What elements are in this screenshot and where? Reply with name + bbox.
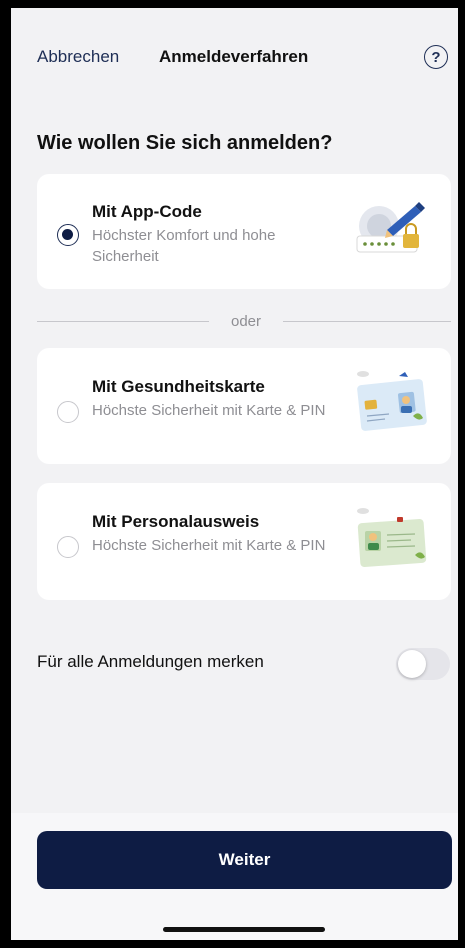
toggle-knob [398, 650, 426, 678]
option-subtitle: Höchster Komfort und hohe Sicherheit [92, 227, 276, 265]
remember-label: Für alle Anmeldungen merken [37, 652, 264, 671]
divider-line-right [283, 321, 451, 322]
continue-button[interactable]: Weiter [37, 831, 452, 889]
login-method-screen: Abbrechen Anmeldeverfahren ? Wie wollen … [11, 8, 458, 940]
question-heading: Wie wollen Sie sich anmelden? [37, 132, 333, 154]
cancel-button[interactable]: Abbrechen [37, 47, 119, 67]
health-card-illustration-icon [357, 371, 427, 431]
id-card-illustration-icon [357, 508, 427, 567]
help-icon[interactable]: ? [424, 45, 448, 69]
option-health-card[interactable]: Mit Gesundheitskarte Höchste Sicherheit … [37, 348, 451, 464]
option-app-code[interactable]: Mit App-Code Höchster Komfort und hohe S… [37, 174, 451, 289]
option-title: Mit Gesundheitskarte [92, 377, 265, 396]
app-code-illustration-icon [356, 202, 425, 253]
option-subtitle: Höchste Sicherheit mit Karte & PIN [92, 402, 326, 419]
option-title: Mit App-Code [92, 202, 202, 221]
divider-label: oder [230, 313, 262, 330]
option-subtitle: Höchste Sicherheit mit Karte & PIN [92, 537, 326, 554]
page-title: Anmeldeverfahren [159, 47, 309, 66]
radio-id-card[interactable] [57, 536, 79, 558]
option-title: Mit Personalausweis [92, 512, 260, 531]
home-indicator [163, 927, 325, 932]
remember-toggle[interactable] [396, 648, 450, 680]
radio-app-code[interactable] [57, 224, 79, 246]
nav-bar: Abbrechen Anmeldeverfahren ? [11, 8, 458, 108]
radio-health-card[interactable] [57, 401, 79, 423]
option-id-card[interactable]: Mit Personalausweis Höchste Sicherheit m… [37, 483, 451, 600]
or-divider: oder [37, 312, 451, 332]
divider-line-left [37, 321, 209, 322]
